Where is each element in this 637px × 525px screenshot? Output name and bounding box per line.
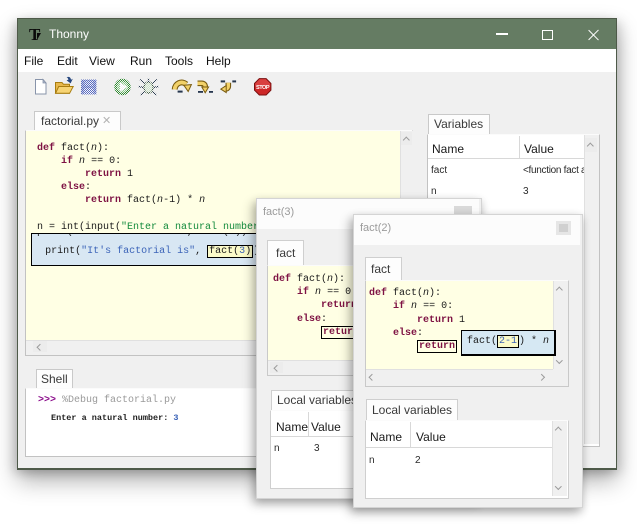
svg-text:STOP: STOP bbox=[256, 85, 270, 91]
